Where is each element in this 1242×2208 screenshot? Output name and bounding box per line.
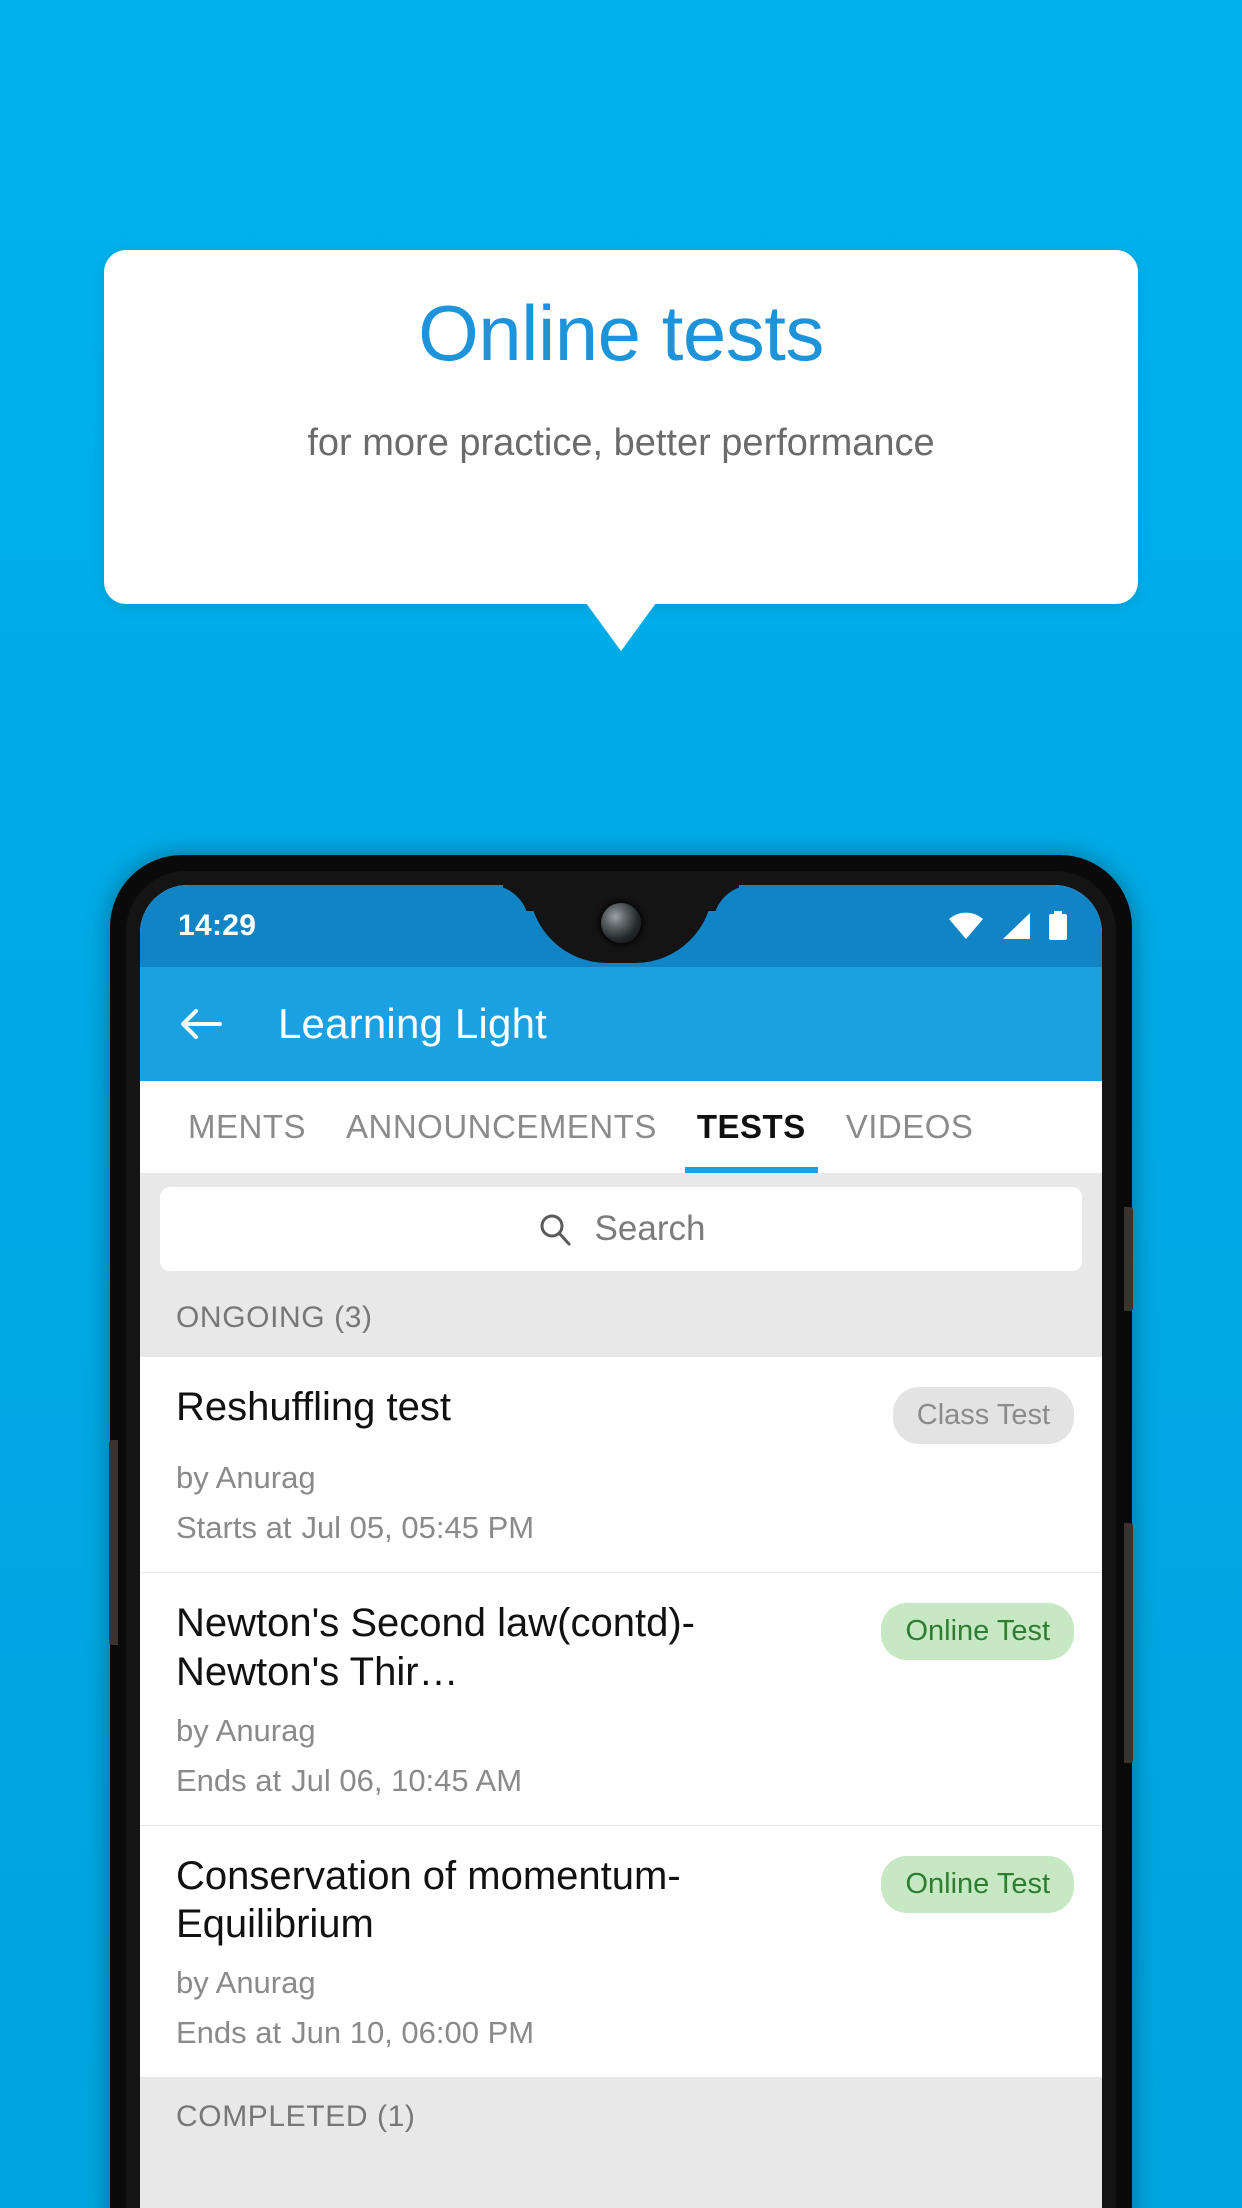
test-time-label: Starts at: [176, 1510, 292, 1545]
wifi-icon: [948, 912, 984, 940]
search-input[interactable]: Search: [160, 1187, 1082, 1271]
test-time-label: Ends at: [176, 1762, 282, 1798]
tests-content: Search ONGOING (3) Reshuffling test Clas…: [140, 1173, 1102, 2208]
app-bar-title: Learning Light: [278, 1000, 548, 1047]
tab-videos[interactable]: VIDEOS: [826, 1081, 994, 1173]
test-time-label: Ends at: [176, 2015, 282, 2051]
test-type-badge: Class Test: [892, 1387, 1074, 1444]
test-item-header: Newton's Second law(contd)-Newton's Thir…: [176, 1599, 1074, 1697]
promo-callout-tail: [586, 603, 656, 651]
test-item-header: Conservation of momentum-Equilibrium Onl…: [176, 1852, 1074, 1950]
search-placeholder: Search: [594, 1209, 706, 1248]
test-time-value: Jun 10, 06:00 PM: [291, 2015, 535, 2051]
test-title: Newton's Second law(contd)-Newton's Thir…: [176, 1601, 695, 1694]
promo-callout-card: Online tests for more practice, better p…: [104, 250, 1138, 604]
test-item-header: Reshuffling test Class Test: [176, 1383, 1074, 1444]
test-time: Starts at Jul 05, 05:45 PM: [176, 1510, 1074, 1546]
tab-tests[interactable]: TESTS: [677, 1081, 826, 1173]
front-camera-icon: [601, 903, 641, 943]
test-list-item[interactable]: Conservation of momentum-Equilibrium Onl…: [140, 1825, 1102, 2079]
test-title: Conservation of momentum-Equilibrium: [176, 1853, 681, 1947]
status-bar-clock: 14:29: [178, 909, 257, 942]
phone-device-frame: 14:29 Learning Light MENTS ANNOUNCEMENTS…: [109, 855, 1133, 2208]
tab-bar: MENTS ANNOUNCEMENTS TESTS VIDEOS: [140, 1081, 1102, 1173]
tab-announcements[interactable]: ANNOUNCEMENTS: [326, 1081, 677, 1173]
section-header-completed: COMPLETED (1): [140, 2078, 1102, 2157]
phone-bezel: 14:29 Learning Light MENTS ANNOUNCEMENTS…: [126, 871, 1116, 2208]
test-title: Reshuffling test: [176, 1385, 451, 1429]
promo-subtitle: for more practice, better performance: [307, 422, 935, 464]
test-time: Ends at Jul 06, 10:45 AM: [176, 1763, 1074, 1799]
back-arrow-icon[interactable]: [176, 999, 226, 1049]
signal-icon: [1000, 912, 1032, 940]
test-time-value: Jul 06, 10:45 AM: [291, 1762, 523, 1798]
test-list-item[interactable]: Newton's Second law(contd)-Newton's Thir…: [140, 1573, 1102, 1826]
phone-volume-button-left: [109, 1440, 118, 1645]
status-bar-icons: [948, 911, 1068, 941]
test-author: by Anurag: [176, 1965, 316, 2001]
search-container: Search: [140, 1173, 1102, 1287]
battery-icon: [1048, 911, 1068, 941]
test-type-badge: Online Test: [881, 1603, 1074, 1660]
test-author: by Anurag: [176, 1712, 316, 1748]
test-type-badge: Online Test: [881, 1855, 1074, 1913]
test-author: by Anurag: [176, 1460, 316, 1495]
phone-power-button: [1124, 1207, 1133, 1311]
test-list-item[interactable]: Reshuffling test Class Test by Anurag St…: [140, 1357, 1102, 1573]
app-bar: Learning Light: [140, 967, 1102, 1081]
test-time-value: Jul 05, 05:45 PM: [301, 1510, 535, 1545]
search-icon: [537, 1211, 573, 1247]
section-header-ongoing: ONGOING (3): [140, 1287, 1102, 1357]
test-time: Ends at Jun 10, 06:00 PM: [176, 2015, 1074, 2051]
tab-assignments[interactable]: MENTS: [168, 1081, 326, 1173]
phone-volume-button-right: [1124, 1523, 1133, 1763]
tests-list: Reshuffling test Class Test by Anurag St…: [140, 1357, 1102, 2079]
promo-title: Online tests: [418, 289, 824, 377]
promo-screenshot: Online tests for more practice, better p…: [0, 0, 1242, 2208]
phone-screen: 14:29 Learning Light MENTS ANNOUNCEMENTS…: [140, 885, 1102, 2208]
